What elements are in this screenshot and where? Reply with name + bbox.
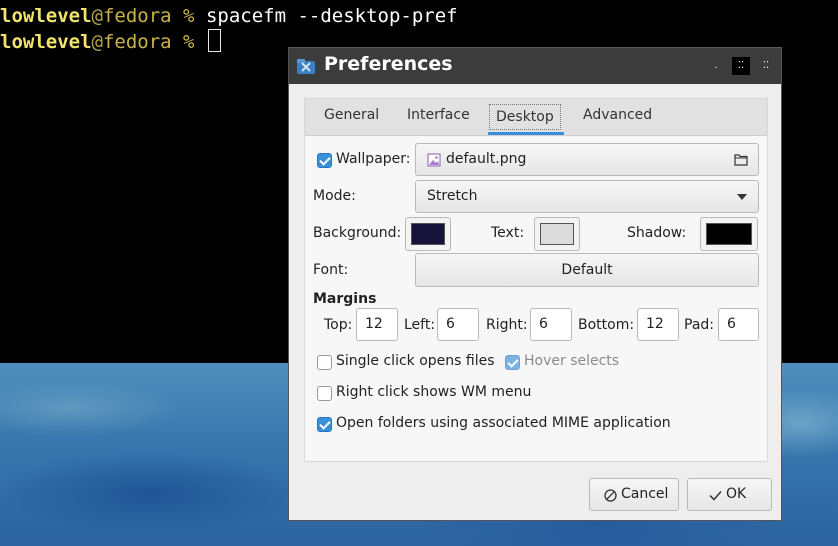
- wallpaper-checkbox[interactable]: [317, 153, 332, 168]
- terminal-host: fedora: [102, 31, 172, 53]
- cancel-icon: [604, 489, 617, 502]
- margin-left-input[interactable]: 6: [437, 308, 479, 341]
- hover-selects-checkbox[interactable]: [505, 355, 520, 370]
- terminal-host: fedora: [102, 5, 172, 27]
- minimize-icon[interactable]: .: [707, 57, 725, 75]
- chevron-down-icon: [737, 194, 747, 200]
- terminal-at: @: [91, 31, 103, 53]
- background-color-swatch: [411, 223, 445, 245]
- dialog-content: General Interface Desktop Advanced Wallp…: [304, 98, 768, 462]
- terminal-user: lowlevel: [0, 5, 92, 27]
- margin-right-label: Right:: [486, 317, 528, 333]
- font-button[interactable]: Default: [415, 253, 759, 287]
- maximize-icon[interactable]: ⁚⁚: [732, 57, 750, 75]
- preferences-dialog: Preferences . ⁚⁚ ⁚⁚ General Interface De…: [289, 48, 781, 520]
- background-color-button[interactable]: [405, 217, 451, 251]
- tab-bar: General Interface Desktop Advanced: [305, 99, 767, 136]
- right-click-label: Right click shows WM menu: [336, 384, 532, 400]
- close-icon[interactable]: ⁚⁚: [757, 57, 775, 75]
- right-click-checkbox[interactable]: [317, 386, 332, 401]
- margin-right-input[interactable]: 6: [530, 308, 572, 341]
- hover-selects-label: Hover selects: [524, 353, 620, 369]
- checkmark-icon: [709, 491, 722, 501]
- margin-bottom-label: Bottom:: [578, 317, 635, 333]
- shadow-color-button[interactable]: [700, 217, 758, 251]
- background-label: Background:: [313, 225, 402, 241]
- mode-label: Mode:: [313, 188, 356, 204]
- wallpaper-file-name: default.png: [446, 151, 527, 167]
- margin-top-input[interactable]: 12: [356, 308, 398, 341]
- terminal-command: spacefm --desktop-pref: [205, 5, 458, 27]
- margin-pad-input[interactable]: 6: [718, 308, 759, 341]
- tab-general[interactable]: General: [324, 107, 379, 123]
- cancel-label: Cancel: [621, 486, 669, 502]
- text-color-swatch: [540, 223, 574, 245]
- open-folders-checkbox[interactable]: [317, 417, 332, 432]
- margin-pad-label: Pad:: [684, 317, 714, 333]
- font-label: Font:: [313, 262, 349, 278]
- text-color-button[interactable]: [534, 217, 580, 251]
- shadow-label: Shadow:: [627, 225, 687, 241]
- terminal-at: @: [91, 5, 103, 27]
- wallpaper-label: Wallpaper:: [336, 151, 411, 167]
- tab-advanced[interactable]: Advanced: [583, 107, 652, 123]
- ok-label: OK: [726, 486, 747, 502]
- cancel-button[interactable]: Cancel: [589, 478, 679, 511]
- single-click-label: Single click opens files: [336, 353, 495, 369]
- folder-icon: [734, 154, 748, 166]
- tab-interface[interactable]: Interface: [407, 107, 470, 123]
- margins-heading: Margins: [313, 291, 377, 307]
- mode-dropdown[interactable]: Stretch: [415, 180, 759, 213]
- tab-desktop[interactable]: Desktop: [489, 104, 561, 130]
- open-folders-label: Open folders using associated MIME appli…: [336, 415, 671, 431]
- terminal-prompt: %: [171, 31, 206, 53]
- margin-bottom-input[interactable]: 12: [637, 308, 679, 341]
- text-color-label: Text:: [491, 225, 525, 241]
- active-tab-indicator: [488, 132, 564, 135]
- mode-value: Stretch: [427, 188, 478, 204]
- terminal-line-1: lowlevel@fedora % spacefm --desktop-pref: [0, 5, 458, 28]
- shadow-color-swatch: [706, 223, 752, 245]
- margin-top-label: Top:: [324, 317, 353, 333]
- terminal-user: lowlevel: [0, 31, 92, 53]
- ok-button[interactable]: OK: [687, 478, 772, 511]
- dialog-titlebar[interactable]: Preferences . ⁚⁚ ⁚⁚: [289, 48, 781, 84]
- dialog-title: Preferences: [324, 53, 453, 75]
- terminal-prompt: %: [171, 5, 206, 27]
- spacefm-app-icon: [297, 59, 315, 74]
- terminal-cursor: [207, 29, 221, 52]
- margin-left-label: Left:: [404, 317, 436, 333]
- image-file-icon: [427, 153, 441, 167]
- single-click-checkbox[interactable]: [317, 355, 332, 370]
- wallpaper-file-button[interactable]: default.png: [415, 143, 759, 176]
- terminal-line-2: lowlevel@fedora %: [0, 29, 221, 54]
